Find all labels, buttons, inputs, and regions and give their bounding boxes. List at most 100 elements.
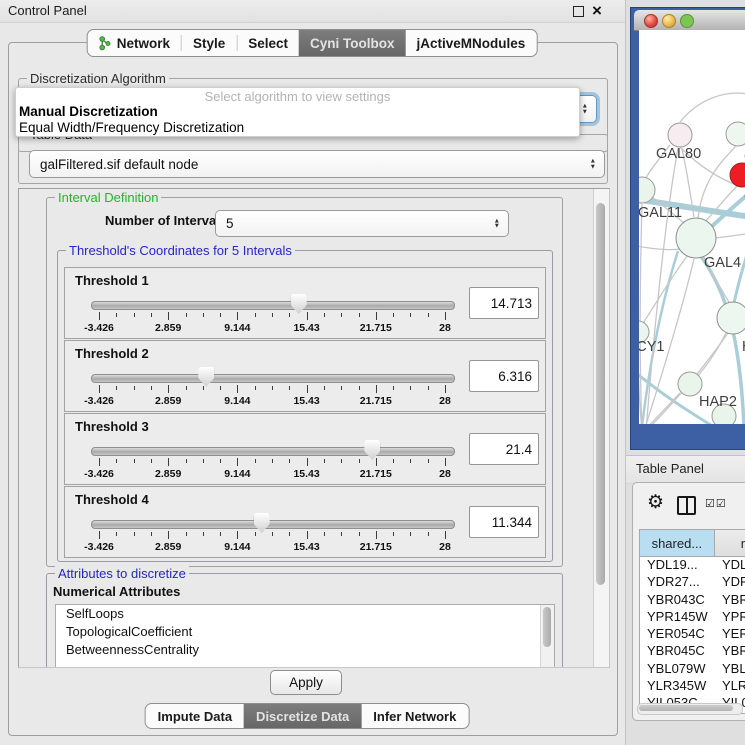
network-view-window[interactable]: GAL80GAL11GAL4GCY1HAP2HGC (630, 7, 745, 450)
column-header[interactable]: n (715, 530, 745, 556)
slider-thumb[interactable] (198, 367, 214, 387)
number-of-intervals-combobox[interactable]: 5 ▲▼ (215, 210, 509, 237)
network-node[interactable] (726, 122, 745, 146)
threshold-value-field[interactable] (469, 433, 539, 465)
threshold-value-field[interactable] (469, 506, 539, 538)
table-cell: YPR145W (640, 609, 717, 626)
tab-infer-network[interactable]: Infer Network (361, 704, 468, 728)
table-row[interactable]: YDR27...YDR2 (640, 574, 745, 591)
scrollbar-thumb[interactable] (596, 203, 605, 585)
threshold-label: Threshold 2 (75, 346, 149, 361)
combo-arrows-icon: ▲▼ (494, 218, 500, 229)
attributes-group: Attributes to discretize Numerical Attri… (46, 573, 563, 668)
tab-jactivemnodules[interactable]: jActiveMNodules (406, 30, 537, 56)
slider-track[interactable] (91, 520, 455, 529)
table-row[interactable]: YPR145WYPR1 (640, 609, 745, 626)
network-icon (99, 36, 111, 51)
network-window-titlebar[interactable] (634, 10, 745, 31)
network-node-label: GAL80 (656, 146, 701, 162)
slider-tick (134, 313, 135, 317)
select-columns-icon[interactable]: ☑☑ (705, 497, 727, 510)
threshold-label: Threshold 4 (75, 492, 149, 507)
tab-label: Style (193, 36, 225, 51)
slider-tick (428, 313, 429, 317)
attribute-list-item[interactable]: TopologicalCoefficient (56, 623, 554, 641)
thresholds-group: Threshold's Coordinates for 5 Intervals … (57, 250, 553, 562)
apply-button[interactable]: Apply (270, 670, 342, 695)
slider-thumb[interactable] (364, 440, 380, 460)
table-row[interactable]: YLR345WYLR3 (640, 678, 745, 695)
slider-tick (99, 458, 100, 466)
slider-tick (186, 386, 187, 390)
close-icon[interactable]: × (592, 0, 602, 22)
slider-track[interactable] (91, 374, 455, 383)
slider-track[interactable] (91, 447, 455, 456)
table-cell: YBR045C (640, 643, 717, 660)
split-columns-icon[interactable] (677, 496, 696, 515)
table-row[interactable]: YBR043CYBR0 (640, 592, 745, 609)
slider-tick (376, 312, 377, 320)
slider-tick (272, 459, 273, 463)
network-node[interactable] (668, 123, 692, 147)
tab-style[interactable]: Style (182, 30, 236, 56)
slider-tick (272, 313, 273, 317)
slider-tick (255, 532, 256, 536)
tab-select[interactable]: Select (237, 30, 299, 56)
slider-tick (341, 313, 342, 317)
settings-scrollbar[interactable] (593, 189, 609, 667)
slider-tick (168, 458, 169, 466)
zoom-traffic-light-icon[interactable] (680, 14, 694, 28)
dropdown-option[interactable]: Manual Discretization (16, 104, 579, 120)
tab-network[interactable]: Network (88, 30, 181, 56)
network-edge (644, 393, 680, 424)
slider-tick (307, 385, 308, 393)
table-header-row: shared...n (640, 530, 745, 557)
slider-thumb[interactable] (291, 294, 307, 314)
table-horizontal-scrollbar[interactable] (637, 703, 743, 715)
slider-tick (203, 459, 204, 463)
gear-icon[interactable]: ⚙ (647, 493, 664, 512)
slider-tick (168, 531, 169, 539)
network-node[interactable] (678, 372, 702, 396)
slider-tick (376, 531, 377, 539)
slider-tick (393, 313, 394, 317)
slider-track[interactable] (91, 301, 455, 310)
tab-cyni-toolbox[interactable]: Cyni Toolbox (299, 30, 406, 56)
slider-tick-label: 21.715 (360, 395, 392, 407)
table-data-combobox[interactable]: galFiltered.sif default node ▲▼ (29, 150, 605, 178)
attribute-list-item[interactable]: BetweennessCentrality (56, 641, 554, 659)
table-row[interactable]: YBL079WYBL0 (640, 661, 745, 678)
slider-tick (272, 532, 273, 536)
network-node[interactable] (676, 218, 716, 258)
threshold-value-field[interactable] (469, 360, 539, 392)
float-window-icon[interactable] (573, 6, 584, 17)
slider-tick-label: 28 (439, 468, 451, 480)
slider-tick (186, 532, 187, 536)
network-canvas[interactable]: GAL80GAL11GAL4GCY1HAP2HGC (639, 30, 745, 424)
right-region: GAL80GAL11GAL4GCY1HAP2HGC Table Panel ⚙ … (625, 0, 745, 745)
attributes-scrollbar[interactable] (540, 605, 554, 668)
table-cell: YBL079W (640, 661, 717, 678)
slider-thumb[interactable] (254, 513, 270, 533)
slider-tick (220, 532, 221, 536)
tab-impute-data[interactable]: Impute Data (146, 704, 244, 728)
column-header[interactable]: shared... (640, 530, 715, 556)
minimize-traffic-light-icon[interactable] (662, 14, 676, 28)
table-row[interactable]: YBR045CYBR0 (640, 643, 745, 660)
node-table: shared...n YDL19...YDL1YDR27...YDR2YBR04… (639, 529, 745, 714)
threshold-value-field[interactable] (469, 287, 539, 319)
scrollbar-thumb[interactable] (543, 607, 551, 647)
tab-discretize-data[interactable]: Discretize Data (244, 704, 361, 728)
scrollbar-thumb[interactable] (639, 705, 733, 711)
slider-tick (134, 532, 135, 536)
table-row[interactable]: YER054CYER0 (640, 626, 745, 643)
slider-tick (168, 312, 169, 320)
close-traffic-light-icon[interactable] (644, 14, 658, 28)
slider-tick (410, 459, 411, 463)
slider-tick (255, 386, 256, 390)
table-cell: YBR0 (717, 592, 745, 609)
table-row[interactable]: YDL19...YDL1 (640, 557, 745, 574)
network-node[interactable] (717, 302, 745, 334)
attribute-list-item[interactable]: SelfLoops (56, 605, 554, 623)
dropdown-option[interactable]: Equal Width/Frequency Discretization (16, 120, 579, 136)
